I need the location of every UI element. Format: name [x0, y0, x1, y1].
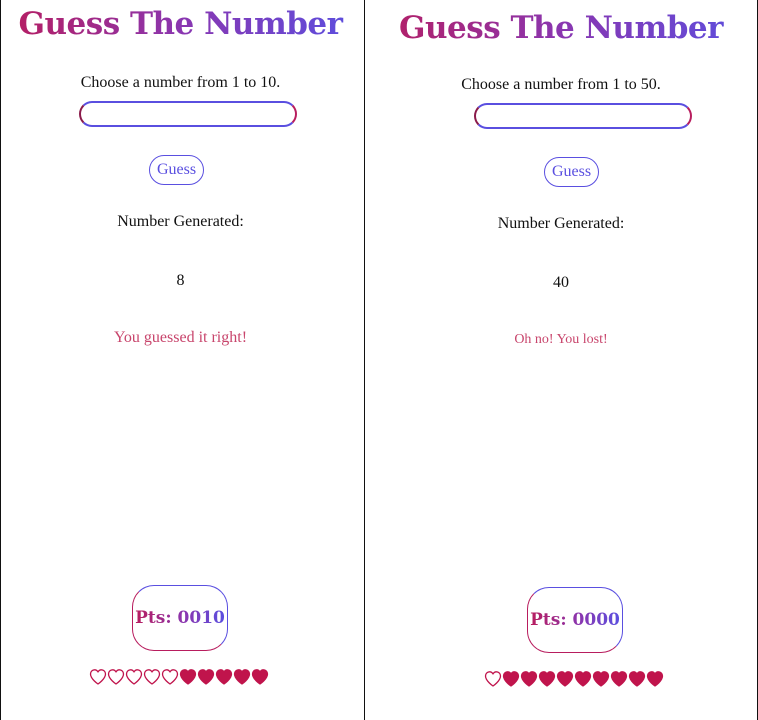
points-box: Pts: 0000: [527, 587, 623, 653]
range-prompt: Choose a number from 1 to 50.: [461, 76, 661, 93]
heart-filled-icon: [556, 670, 574, 688]
heart-filled-icon: [197, 668, 215, 686]
heart-filled-icon: [502, 670, 520, 688]
heart-filled-icon: [520, 670, 538, 688]
generated-number: 40: [553, 274, 569, 291]
guess-input[interactable]: [79, 101, 297, 127]
heart-filled-icon: [233, 668, 251, 686]
heart-filled-icon: [574, 670, 592, 688]
game-panel-right: Guess The Number Choose a number from 1 …: [364, 0, 758, 720]
heart-outline-icon: [484, 670, 502, 688]
game-panel-left: Guess The Number Choose a number from 1 …: [0, 0, 360, 720]
heart-outline-icon: [107, 668, 125, 686]
number-generated-label: Number Generated:: [117, 213, 244, 230]
guess-button[interactable]: Guess: [149, 155, 205, 185]
heart-filled-icon: [179, 668, 197, 686]
heart-filled-icon: [592, 670, 610, 688]
points-text: Pts: 0000: [530, 610, 620, 630]
range-prompt: Choose a number from 1 to 10.: [80, 74, 281, 91]
game-title: Guess The Number: [365, 10, 757, 46]
heart-filled-icon: [251, 668, 269, 686]
number-generated-label: Number Generated:: [497, 215, 625, 232]
result-message: You guessed it right!: [113, 329, 248, 346]
heart-outline-icon: [161, 668, 179, 686]
guess-button[interactable]: Guess: [544, 157, 600, 187]
heart-filled-icon: [215, 668, 233, 686]
heart-filled-icon: [628, 670, 646, 688]
heart-filled-icon: [538, 670, 556, 688]
points-box: Pts: 0010: [132, 585, 228, 651]
lives-hearts: [89, 668, 269, 686]
heart-outline-icon: [89, 668, 107, 686]
points-text: Pts: 0010: [135, 608, 225, 628]
heart-outline-icon: [143, 668, 161, 686]
game-title: Guess The Number: [1, 6, 360, 42]
heart-outline-icon: [125, 668, 143, 686]
lives-hearts: [484, 670, 664, 688]
guess-input[interactable]: [474, 103, 692, 129]
heart-filled-icon: [610, 670, 628, 688]
heart-filled-icon: [646, 670, 664, 688]
generated-number: 8: [176, 272, 185, 289]
result-message: Oh no! You lost!: [514, 332, 608, 347]
